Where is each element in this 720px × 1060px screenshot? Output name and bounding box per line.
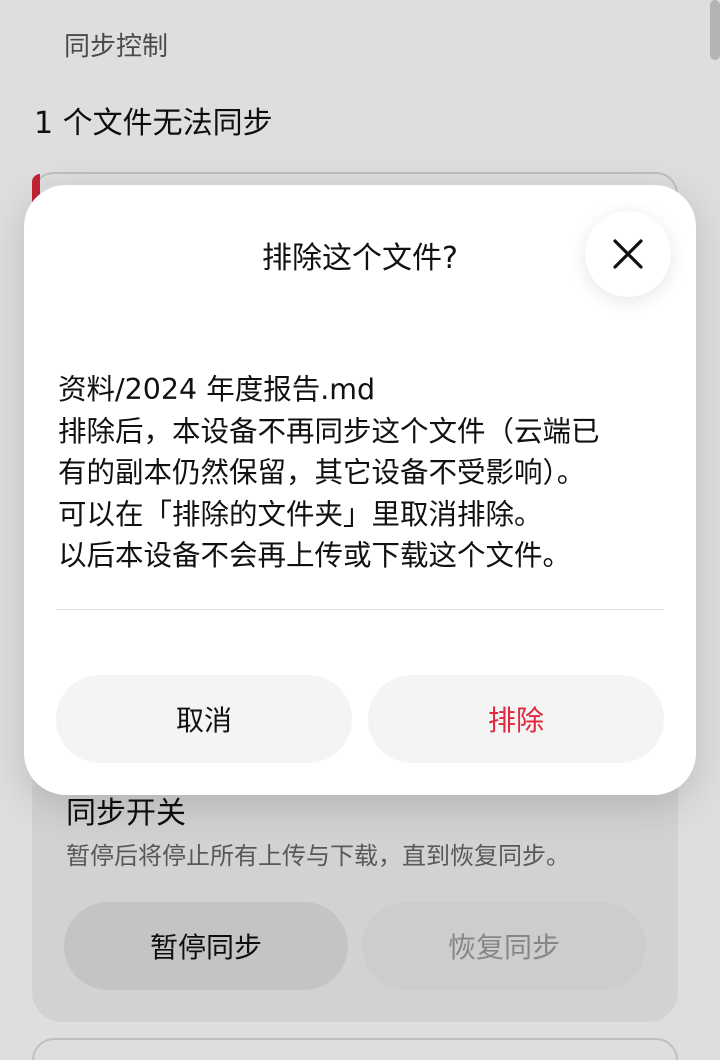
message-line: 以后本设备不会再上传或下载这个文件。 bbox=[58, 539, 572, 572]
screen: 同步控制 1 个文件无法同步 同步开关 暂停后将停止所有上传与下载，直到恢复同步… bbox=[0, 0, 720, 1060]
message-line: 有的副本仍然保留，其它设备不受影响）。 bbox=[58, 456, 586, 489]
dialog-message: 资料/2024 年度报告.md 排除后，本设备不再同步这个文件（云端已 有的副本… bbox=[58, 369, 678, 577]
divider bbox=[56, 609, 664, 610]
exclude-button[interactable]: 排除 bbox=[368, 675, 664, 763]
message-line: 排除后，本设备不再同步这个文件（云端已 bbox=[58, 414, 600, 448]
close-button[interactable] bbox=[585, 211, 671, 297]
message-line: 可以在「排除的文件夹」里取消排除。 bbox=[58, 497, 543, 531]
cancel-button[interactable]: 取消 bbox=[56, 675, 352, 763]
close-icon bbox=[613, 239, 643, 269]
exclude-file-dialog: 排除这个文件? 资料/2024 年度报告.md 排除后，本设备不再同步这个文件（… bbox=[24, 185, 696, 795]
file-path: 资料/2024 年度报告.md bbox=[58, 373, 376, 406]
